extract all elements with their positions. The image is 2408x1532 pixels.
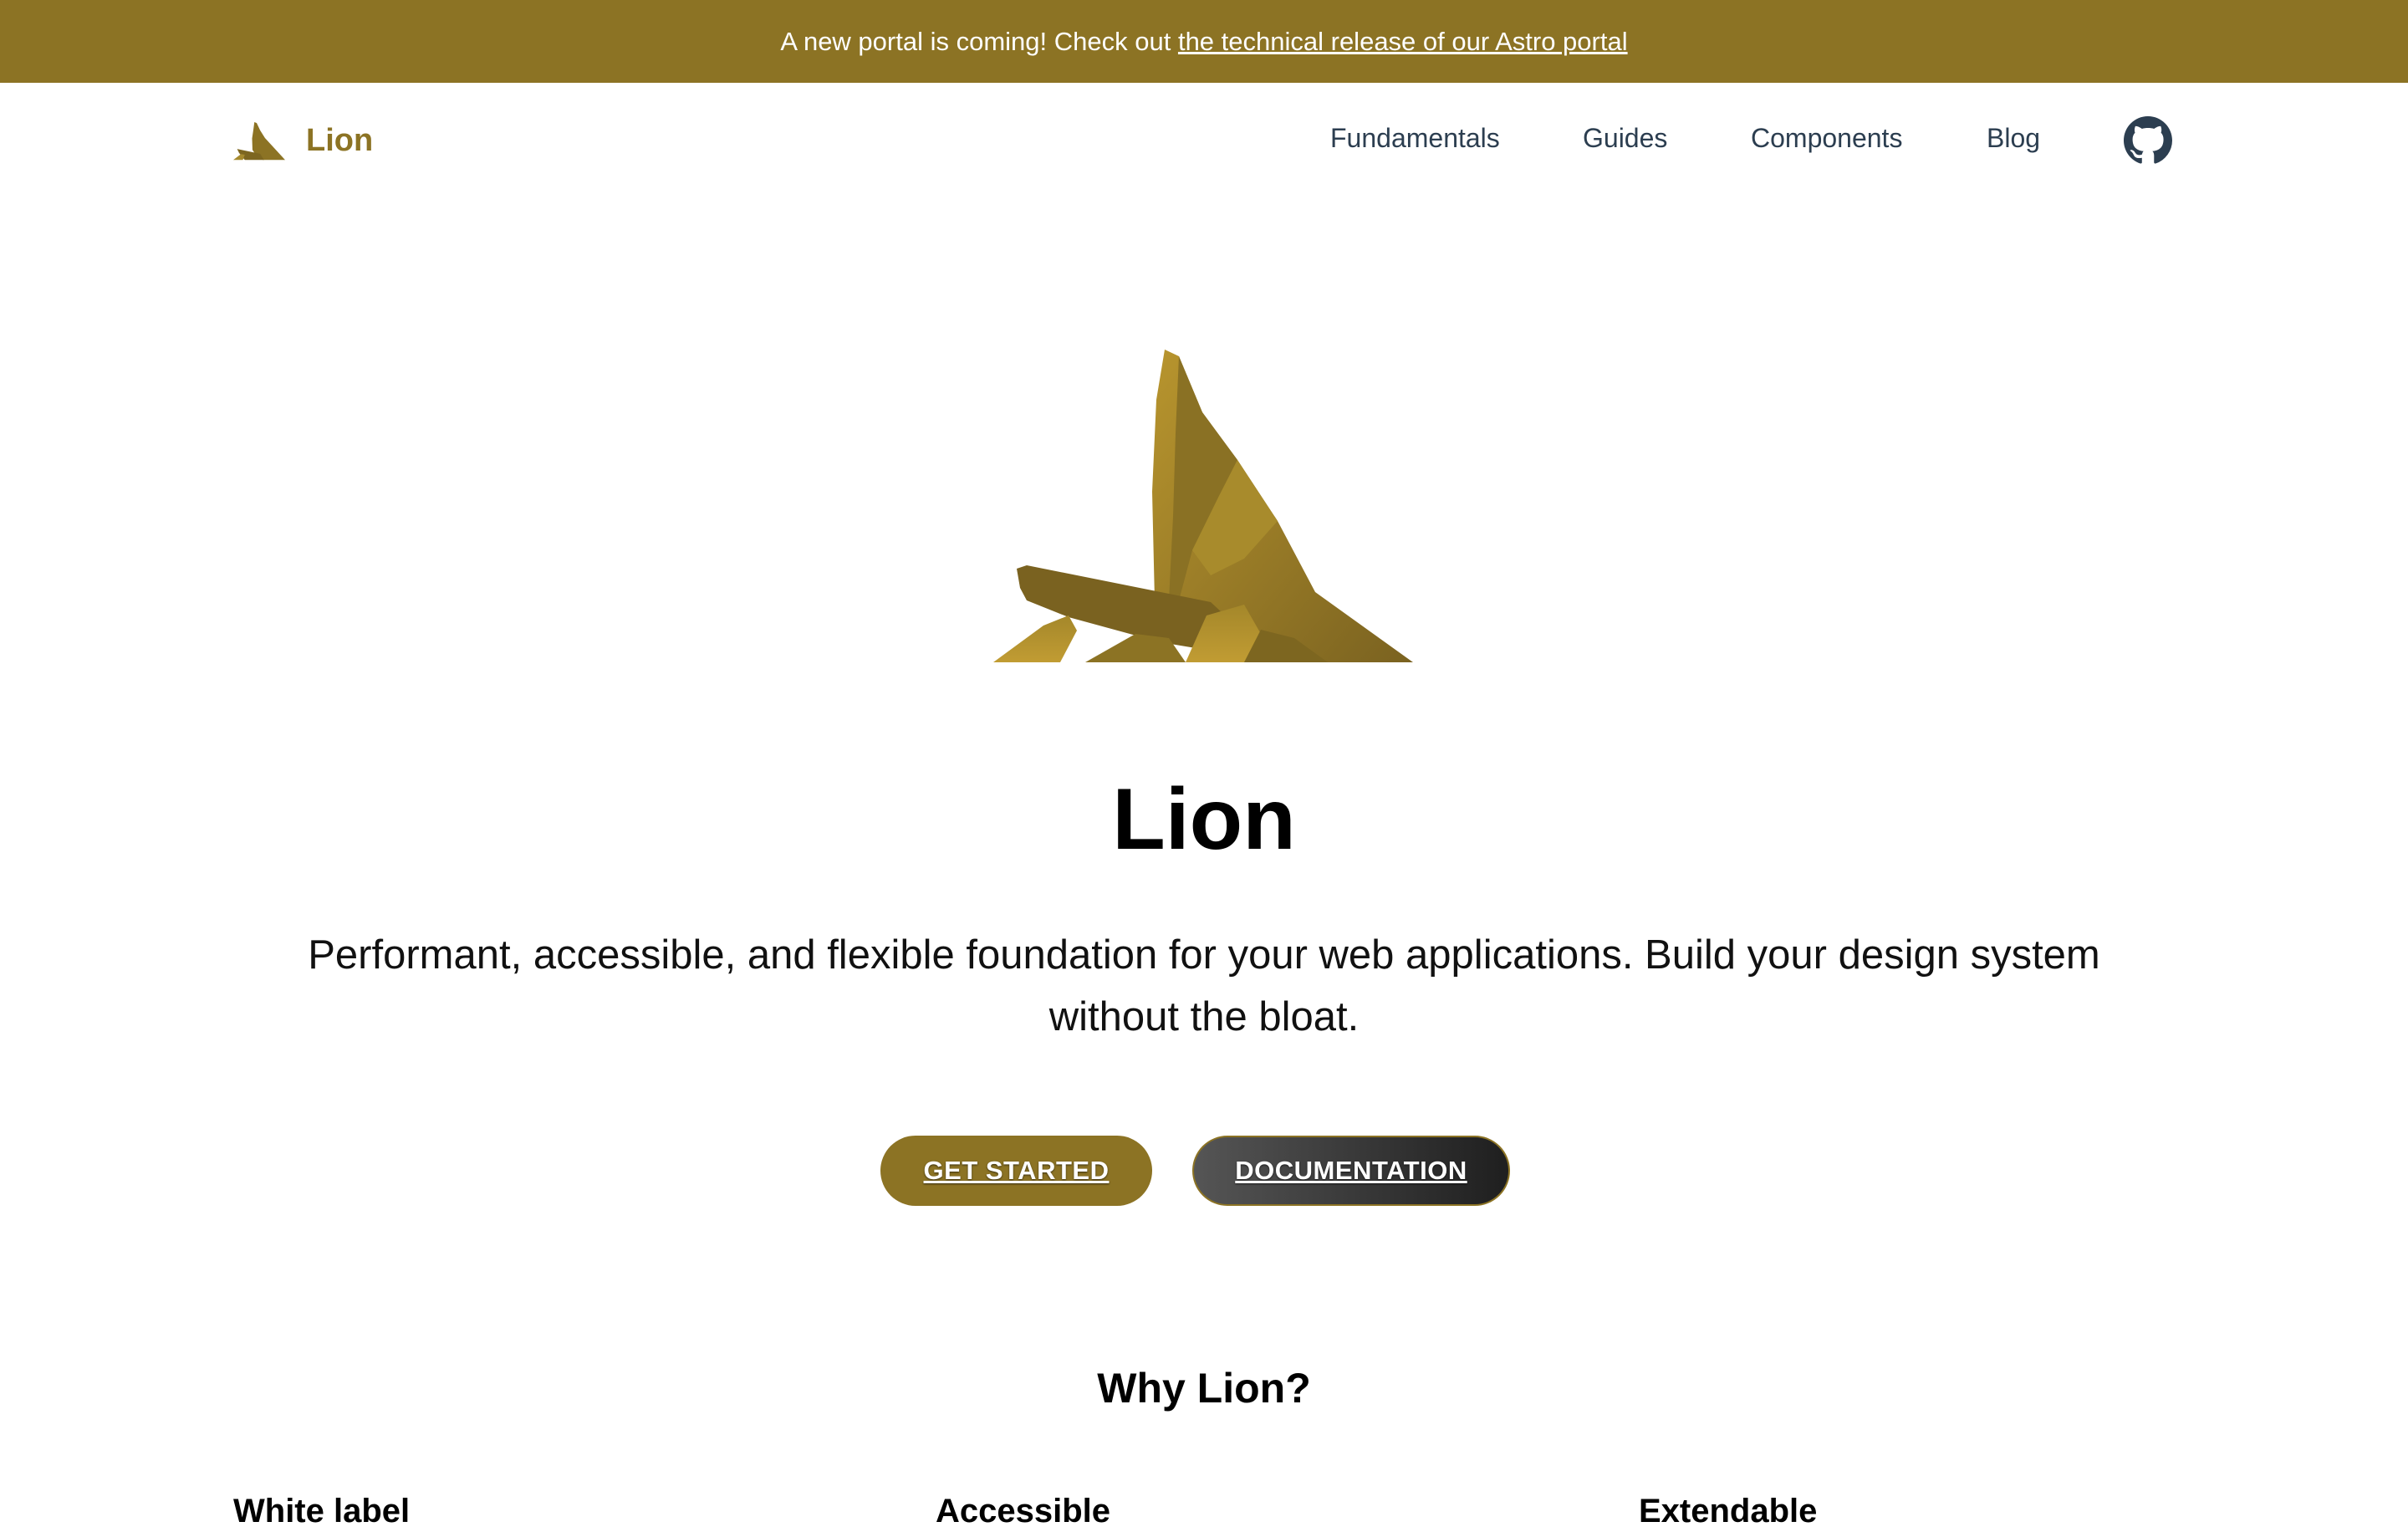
brand-name: Lion [306, 122, 374, 158]
github-icon[interactable] [2124, 116, 2172, 165]
nav-components[interactable]: Components [1751, 123, 1902, 154]
feature-heading-extendable: Extendable [1639, 1493, 1818, 1529]
banner-text: A new portal is coming! Check out [780, 27, 1178, 56]
hero-title: Lion [1112, 771, 1296, 868]
get-started-button[interactable]: GET STARTED [880, 1136, 1152, 1206]
why-lion-heading: Why Lion? [1097, 1365, 1311, 1412]
lion-logo-icon [233, 121, 285, 161]
brand-home-link[interactable]: Lion [233, 118, 373, 163]
site-header: Lion Fundamentals Guides Components Blog [0, 83, 2408, 200]
feature-heading-white-label: White label [233, 1493, 411, 1529]
announcement-banner: A new portal is coming! Check out the te… [0, 0, 2408, 83]
banner-link[interactable]: the technical release of our Astro porta… [1178, 27, 1628, 56]
nav-blog[interactable]: Blog [1987, 123, 2040, 154]
hero-lion-logo-icon [993, 350, 1413, 662]
documentation-button[interactable]: DOCUMENTATION [1192, 1136, 1510, 1206]
feature-heading-accessible: Accessible [936, 1493, 1111, 1529]
nav-guides[interactable]: Guides [1583, 123, 1667, 154]
nav-fundamentals[interactable]: Fundamentals [1330, 123, 1500, 154]
hero-subtitle: Performant, accessible, and flexible fou… [308, 932, 2100, 1039]
